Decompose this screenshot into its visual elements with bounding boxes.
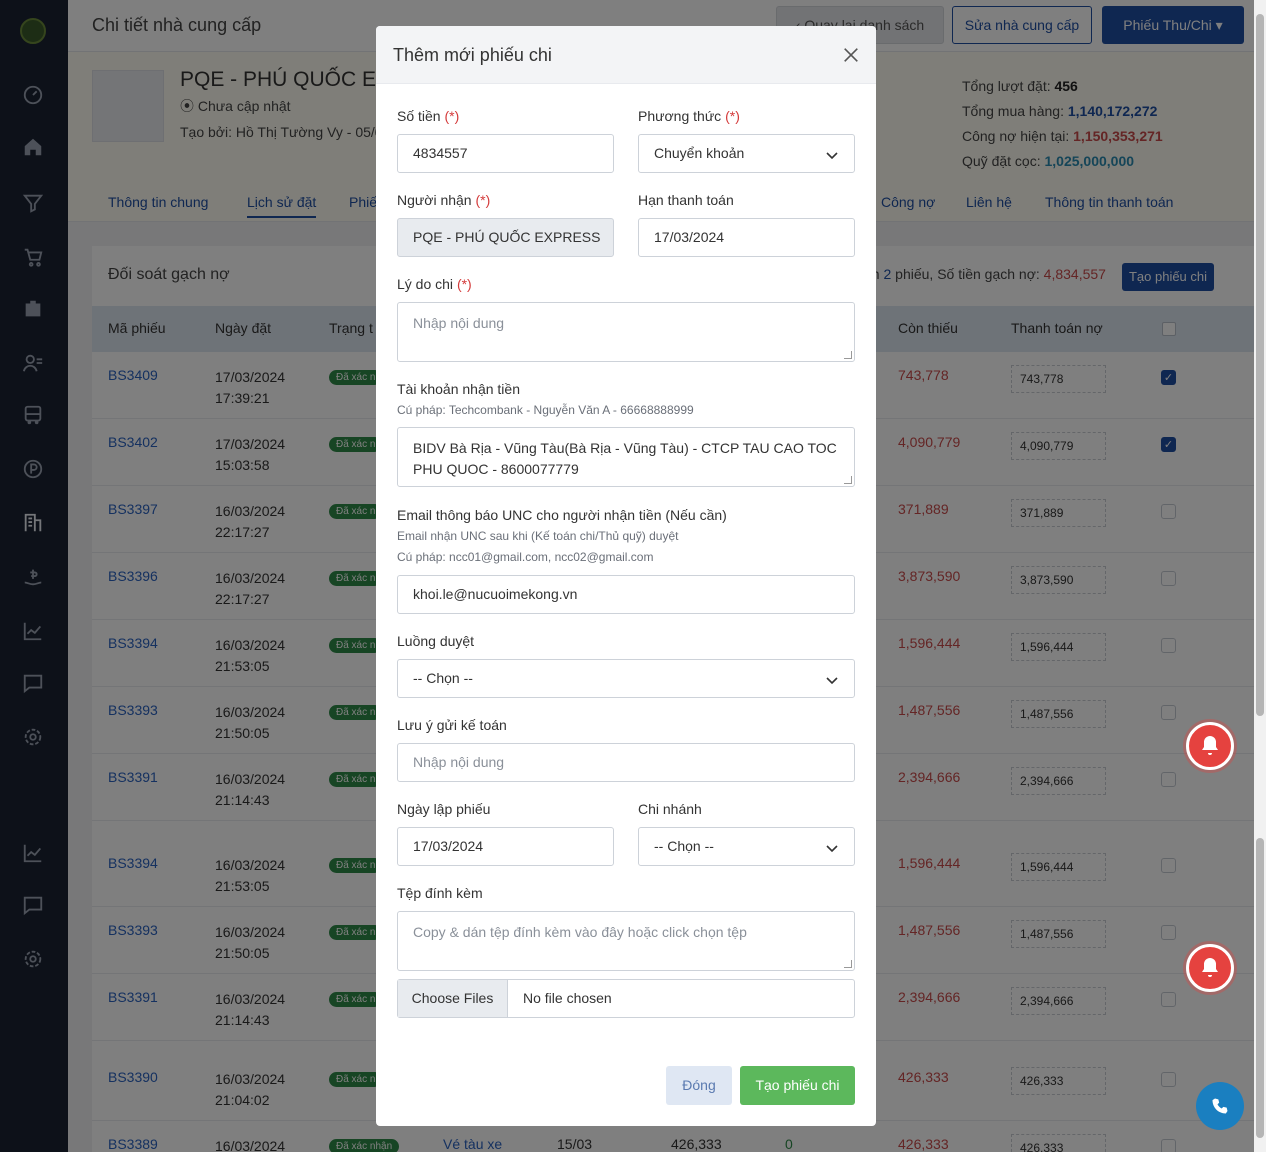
account-value: BIDV Bà Rịa - Vũng Tàu(Bà Rịa - Vũng Tàu… (413, 440, 837, 477)
page-scrollbar[interactable] (1254, 0, 1266, 1152)
account-label: Tài khoản nhận tiền (397, 381, 520, 397)
note-input[interactable]: Nhập nội dung (397, 743, 855, 782)
chevron-down-icon (826, 841, 838, 853)
branch-value: -- Chọn -- (654, 838, 714, 854)
account-hint: Cú pháp: Techcombank - Nguyễn Văn A - 66… (397, 403, 694, 417)
scroll-thumb[interactable] (1256, 14, 1264, 716)
account-textarea[interactable]: BIDV Bà Rịa - Vũng Tàu(Bà Rịa - Vũng Tàu… (397, 427, 855, 487)
reason-label-text: Lý do chi (397, 276, 454, 292)
branch-select[interactable]: -- Chọn -- (638, 827, 855, 866)
amount-label-text: Số tiền (397, 108, 441, 124)
flow-label: Luồng duyệt (397, 633, 475, 649)
attach-label: Tệp đính kèm (397, 885, 483, 901)
submit-button[interactable]: Tạo phiếu chi (740, 1066, 855, 1105)
choose-files-button[interactable]: Choose Files (398, 980, 508, 1017)
required-mark: (*) (456, 276, 472, 292)
method-label-text: Phương thức (638, 108, 722, 124)
required-mark: (*) (725, 108, 740, 124)
amount-label: Số tiền (*) (397, 108, 459, 124)
resize-handle[interactable] (844, 476, 852, 484)
reason-label: Lý do chi (*) (397, 276, 472, 292)
receiver-input[interactable]: PQE - PHÚ QUỐC EXPRESS (397, 218, 614, 257)
resize-handle[interactable] (844, 960, 852, 968)
phone-call-icon[interactable] (1196, 1082, 1244, 1130)
notification-bell-icon-2[interactable] (1186, 944, 1234, 992)
file-input[interactable]: Choose Files No file chosen (397, 979, 855, 1018)
required-mark: (*) (475, 192, 491, 208)
branch-label: Chi nhánh (638, 801, 702, 817)
method-value: Chuyển khoản (654, 145, 745, 161)
close-icon[interactable] (842, 46, 860, 64)
scroll-thumb-2[interactable] (1256, 838, 1264, 1138)
method-label: Phương thức (*) (638, 108, 740, 124)
required-mark: (*) (444, 108, 460, 124)
method-select[interactable]: Chuyển khoản (638, 134, 855, 173)
create-payment-modal: Thêm mới phiếu chi Số tiền (*) 4834557 P… (376, 26, 876, 1126)
flow-value: -- Chọn -- (413, 670, 473, 686)
attach-placeholder: Copy & dán tệp đính kèm vào đây hoặc cli… (413, 924, 747, 940)
notification-bell-icon[interactable] (1186, 722, 1234, 770)
reason-placeholder: Nhập nội dung (413, 315, 505, 331)
modal-title: Thêm mới phiếu chi (393, 45, 552, 65)
email-input[interactable]: khoi.le@nucuoimekong.vn (397, 575, 855, 614)
created-date-label: Ngày lập phiếu (397, 801, 491, 817)
resize-handle[interactable] (844, 351, 852, 359)
no-file-text: No file chosen (523, 990, 612, 1006)
note-label: Lưu ý gửi kế toán (397, 717, 507, 733)
modal-header: Thêm mới phiếu chi (376, 26, 876, 84)
email-hint-1: Email nhận UNC sau khi (Kế toán chi/Thủ … (397, 529, 679, 543)
due-date-label: Hạn thanh toán (638, 192, 734, 208)
reason-textarea[interactable]: Nhập nội dung (397, 302, 855, 362)
created-date-input[interactable]: 17/03/2024 (397, 827, 614, 866)
attach-paste-area[interactable]: Copy & dán tệp đính kèm vào đây hoặc cli… (397, 911, 855, 971)
email-label: Email thông báo UNC cho người nhận tiền … (397, 507, 727, 523)
chevron-down-icon (826, 673, 838, 685)
close-button[interactable]: Đóng (666, 1066, 732, 1105)
flow-select[interactable]: -- Chọn -- (397, 659, 855, 698)
email-hint-2: Cú pháp: ncc01@gmail.com, ncc02@gmail.co… (397, 550, 654, 564)
chevron-down-icon (826, 148, 838, 160)
amount-input[interactable]: 4834557 (397, 134, 614, 173)
receiver-label: Người nhận (*) (397, 192, 490, 208)
receiver-label-text: Người nhận (397, 192, 472, 208)
due-date-input[interactable]: 17/03/2024 (638, 218, 855, 257)
